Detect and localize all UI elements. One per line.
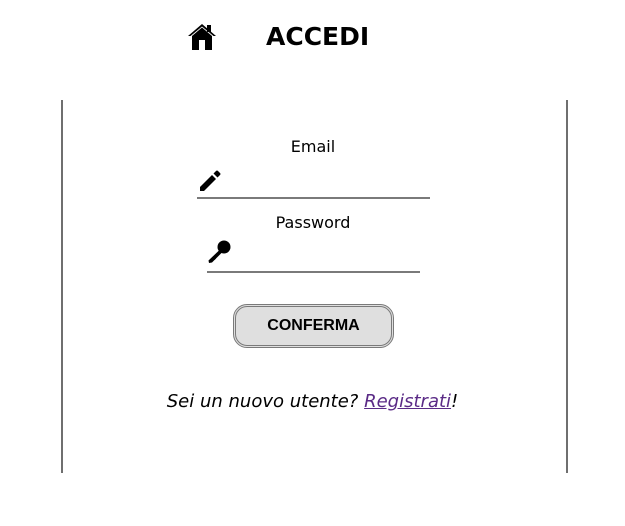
home-icon[interactable]: [186, 22, 218, 52]
register-prompt-text: Sei un nuovo utente?: [166, 391, 365, 412]
email-field-row: [197, 167, 430, 199]
page-title: ACCEDI: [266, 22, 370, 51]
password-field[interactable]: [237, 242, 420, 268]
email-label: Email: [290, 137, 336, 156]
key-icon: [207, 239, 233, 265]
confirm-button[interactable]: CONFERMA: [233, 304, 394, 348]
pencil-icon: [197, 167, 223, 193]
password-field-row: [207, 240, 420, 273]
register-link[interactable]: Registrati: [364, 391, 451, 412]
home-icon-graphic: [188, 24, 216, 50]
email-field[interactable]: [227, 169, 430, 195]
register-prompt: Sei un nuovo utente? Registrati!: [0, 390, 625, 414]
register-suffix: !: [451, 391, 459, 412]
page-header: ACCEDI: [0, 0, 625, 80]
password-label: Password: [275, 213, 351, 232]
